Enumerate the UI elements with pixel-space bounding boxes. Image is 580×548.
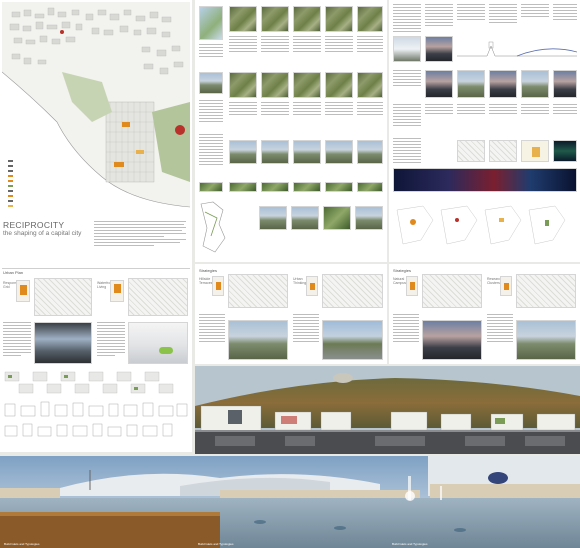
intro-text [94,221,186,248]
cluster-diagram [500,276,512,296]
aerial-9 [325,72,353,98]
urban-model [322,274,383,308]
aerial-8 [293,72,321,98]
site-analysis-maps [393,200,577,256]
poster-strategies-a: Strategies Hillside Terraces Urban Think… [195,264,387,364]
waterfront-rendering [0,456,580,548]
street-night-1 [425,70,453,98]
harbor-photo [457,70,485,98]
landscape-5 [357,140,383,164]
waterfront-panorama: Build Islets and Typologies Build Islets… [0,456,580,548]
aerial-1 [229,6,257,32]
aerial-2 [261,6,289,32]
section-diagram [457,36,578,62]
aerial-7 [261,72,289,98]
city-plan-drawing [1,7,191,214]
interior-rendering [128,322,188,364]
waterfront-text [97,322,125,358]
building-photo [521,70,549,98]
terrace-model [228,274,288,308]
footer-left: Build Islets and Typologies [4,542,40,546]
boulevard-rendering [322,320,383,360]
sun-study-3 [521,140,549,162]
terrace-diagram [212,276,224,296]
location-map [199,6,223,40]
footer-right: Build Islets and Typologies [392,542,428,546]
model-view-2 [128,278,188,316]
grid-diagram [16,280,30,302]
street-night-2 [489,70,517,98]
aerial-4 [325,6,353,32]
campus-model [422,274,482,308]
church-photo [425,36,453,62]
cluster-model [516,274,576,308]
campus-diagram [406,276,418,296]
landscape-8 [323,206,351,230]
street-night-3 [553,70,577,98]
aurora-photo [553,140,577,162]
typology-matrix [3,370,189,448]
model-view-1 [34,278,92,316]
aerial-6 [229,72,257,98]
landscape-9 [355,206,383,230]
terrace-rendering [228,320,288,360]
geyser-photo [393,36,421,62]
landscape-4 [325,140,353,164]
urban-diagram [306,276,318,296]
section-heading-strategies-b: Strategies [393,268,412,273]
hillside-panorama [195,366,580,454]
aerial-3 [293,6,321,32]
landscape-2 [261,140,289,164]
cluster-rendering [516,320,576,360]
sun-study-1 [457,140,485,162]
arcade-rendering [34,322,92,364]
aerial-10 [357,72,383,98]
landscape-7 [291,206,319,230]
footer-mid: Build Islets and Typologies [198,542,234,546]
campus-rendering [422,320,482,360]
master-plan-map [1,2,191,214]
aerial-5 [357,6,383,32]
landscape-6 [259,206,287,230]
landscape-3 [293,140,321,164]
section-heading: Urban Plan [3,270,24,275]
section-heading-strategies: Strategies [199,268,218,273]
grid-text [3,322,31,358]
green-network-diagram [199,198,227,256]
poster-research-a [195,0,387,262]
landscape-1 [229,140,257,164]
poster-reciprocity: RECIPROCITY the shaping of a capital cit… [0,0,192,452]
poster-title: RECIPROCITY [3,220,65,230]
night-panorama [393,168,577,192]
poster-subtitle: the shaping of a capital city [3,230,82,237]
hillside-rendering [195,366,580,454]
sun-study-2 [489,140,517,162]
waterfront-diagram [110,280,124,302]
poster-research-b [389,0,580,262]
poster-strategies-b: Strategies Natural Campus Research Clust… [389,264,580,364]
street-photo [199,72,223,94]
